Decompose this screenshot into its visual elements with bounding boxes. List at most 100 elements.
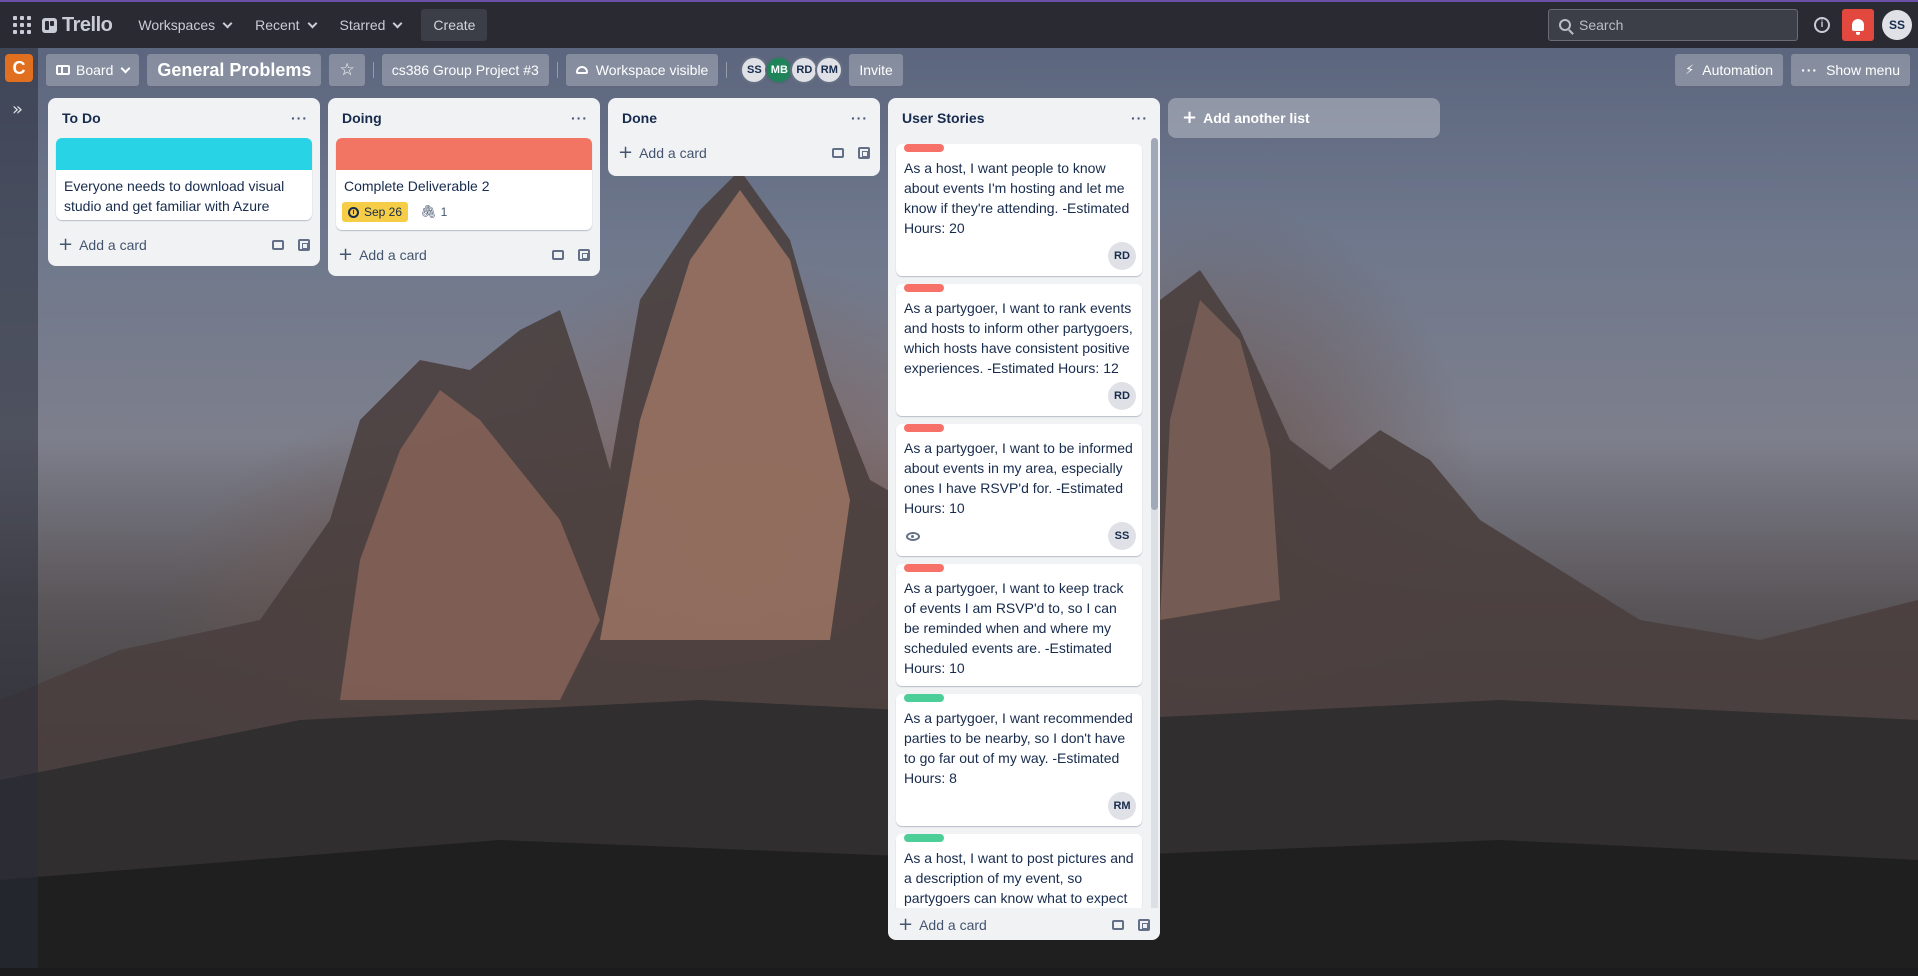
workspaces-menu-button[interactable]: Workspaces — [126, 9, 243, 41]
board-view-switcher[interactable]: Board — [46, 54, 140, 86]
card[interactable]: Complete Deliverable 2 Sep 26 🖇 1 — [336, 138, 592, 230]
card-label-red[interactable] — [904, 284, 944, 292]
board-members: SS MB RD RM — [740, 56, 844, 84]
visibility-label: Workspace visible — [595, 62, 709, 78]
card-member-avatar[interactable]: RD — [1108, 382, 1136, 410]
search-input[interactable] — [1579, 17, 1779, 33]
automation-button[interactable]: ⚡ Automation — [1675, 54, 1784, 86]
card[interactable]: As a host, I want to post pictures and a… — [896, 834, 1142, 912]
card[interactable]: As a partygoer, I want to be informed ab… — [896, 424, 1142, 556]
list-menu-icon[interactable]: ··· — [571, 110, 588, 126]
info-icon[interactable]: i — [1814, 17, 1830, 33]
visibility-button[interactable]: Workspace visible — [565, 54, 719, 86]
card-label-green[interactable] — [904, 694, 944, 702]
list-title[interactable]: Doing — [342, 110, 382, 126]
member-avatar[interactable]: RD — [790, 56, 819, 84]
add-another-list-button[interactable]: + Add another list — [1168, 98, 1440, 138]
expand-sidebar-icon[interactable]: » — [12, 101, 26, 119]
add-card-button[interactable]: + Add a card — [58, 234, 258, 255]
scrollbar-thumb[interactable] — [1151, 138, 1158, 510]
top-navigation-bar: Trello Workspaces Recent Starred Create … — [0, 0, 1918, 48]
member-avatar[interactable]: RM — [815, 56, 844, 84]
search-icon — [1559, 19, 1571, 31]
card-template-icon[interactable] — [552, 250, 564, 260]
card-label-green[interactable] — [904, 834, 944, 842]
card-label-red[interactable] — [904, 424, 944, 432]
card-list-scroll-area[interactable]: As a host, I want people to know about e… — [888, 138, 1160, 926]
plus-icon: + — [58, 234, 74, 255]
list-header: Doing ··· — [328, 98, 600, 138]
search-box[interactable] — [1548, 9, 1798, 41]
list-title[interactable]: Done — [622, 110, 657, 126]
add-card-label: Add a card — [639, 145, 707, 161]
card-member-avatar[interactable]: RD — [1108, 242, 1136, 270]
divider — [372, 62, 374, 78]
add-card-label: Add a card — [79, 237, 147, 253]
board-title[interactable]: General Problems — [147, 54, 322, 86]
member-avatar[interactable]: SS — [740, 56, 769, 84]
notifications-button[interactable] — [1842, 9, 1874, 41]
list-menu-icon[interactable]: ··· — [1131, 110, 1148, 126]
list-header: To Do ··· — [48, 98, 320, 138]
card-template-icon[interactable] — [1112, 920, 1124, 930]
show-menu-button[interactable]: ··· Show menu — [1791, 54, 1910, 86]
account-avatar[interactable]: SS — [1882, 10, 1912, 40]
starred-menu-button[interactable]: Starred — [328, 9, 414, 41]
due-date: Sep 26 — [364, 205, 403, 219]
add-card-button[interactable]: + Add a card — [618, 144, 818, 162]
invite-button[interactable]: Invite — [849, 54, 903, 86]
card-template-icon[interactable] — [272, 240, 284, 250]
card-badges: RD — [896, 242, 1142, 276]
board-icon — [56, 65, 70, 75]
workspace-badge[interactable]: C — [5, 54, 33, 82]
create-from-template-icon[interactable] — [298, 239, 310, 251]
automation-label: Automation — [1702, 62, 1774, 78]
list-menu-icon[interactable]: ··· — [851, 110, 868, 126]
card-title: Complete Deliverable 2 — [344, 178, 490, 194]
list-header: Done ··· — [608, 98, 880, 138]
card-member-avatar[interactable]: SS — [1108, 522, 1136, 550]
add-card-label: Add a card — [919, 917, 987, 933]
card-badges: SS — [896, 522, 1142, 556]
add-card-button[interactable]: + Add a card — [338, 244, 538, 265]
recent-menu-button[interactable]: Recent — [243, 9, 327, 41]
card-label-red[interactable] — [904, 144, 944, 152]
create-from-template-icon[interactable] — [1138, 919, 1150, 931]
card-title: As a partygoer, I want recommended parti… — [904, 710, 1133, 786]
create-button[interactable]: Create — [421, 9, 488, 41]
card-template-icon[interactable] — [832, 148, 844, 158]
clock-icon — [348, 206, 359, 218]
card[interactable]: Everyone needs to download visual studio… — [56, 138, 312, 220]
card-label-red[interactable] — [904, 564, 944, 572]
list-title[interactable]: User Stories — [902, 110, 984, 126]
trello-logo-icon — [42, 17, 57, 33]
brand-name: Trello — [62, 13, 113, 36]
list-doing: Doing ··· Complete Deliverable 2 Sep 26 🖇… — [328, 98, 600, 276]
card[interactable]: As a partygoer, I want recommended parti… — [896, 694, 1142, 826]
plus-icon: + — [338, 244, 354, 265]
app-switcher-icon[interactable] — [10, 13, 34, 37]
add-card-button[interactable]: + Add a card — [898, 916, 1098, 934]
list-title[interactable]: To Do — [62, 110, 101, 126]
create-from-template-icon[interactable] — [858, 147, 870, 159]
card[interactable]: As a partygoer, I want to rank events an… — [896, 284, 1142, 416]
member-avatar[interactable]: MB — [765, 56, 794, 84]
star-icon: ☆ — [339, 60, 355, 80]
divider — [556, 62, 558, 78]
list-menu-icon[interactable]: ··· — [291, 110, 308, 126]
star-board-button[interactable]: ☆ — [329, 54, 365, 86]
card[interactable]: As a partygoer, I want to keep track of … — [896, 564, 1142, 686]
add-list-label: Add another list — [1203, 110, 1310, 126]
chevron-down-icon — [120, 63, 131, 73]
view-label: Board — [76, 62, 114, 78]
card-title: As a partygoer, I want to be informed ab… — [904, 440, 1133, 516]
card-member-avatar[interactable]: RM — [1108, 792, 1136, 820]
due-date-badge[interactable]: Sep 26 — [342, 202, 409, 222]
trello-logo[interactable]: Trello — [42, 13, 113, 37]
watching-eye-icon — [906, 531, 920, 541]
card[interactable]: As a host, I want people to know about e… — [896, 144, 1142, 276]
workspace-button[interactable]: cs386 Group Project #3 — [381, 54, 549, 86]
create-from-template-icon[interactable] — [578, 249, 590, 261]
card-title: As a partygoer, I want to keep track of … — [904, 580, 1124, 676]
recent-label: Recent — [255, 17, 300, 33]
